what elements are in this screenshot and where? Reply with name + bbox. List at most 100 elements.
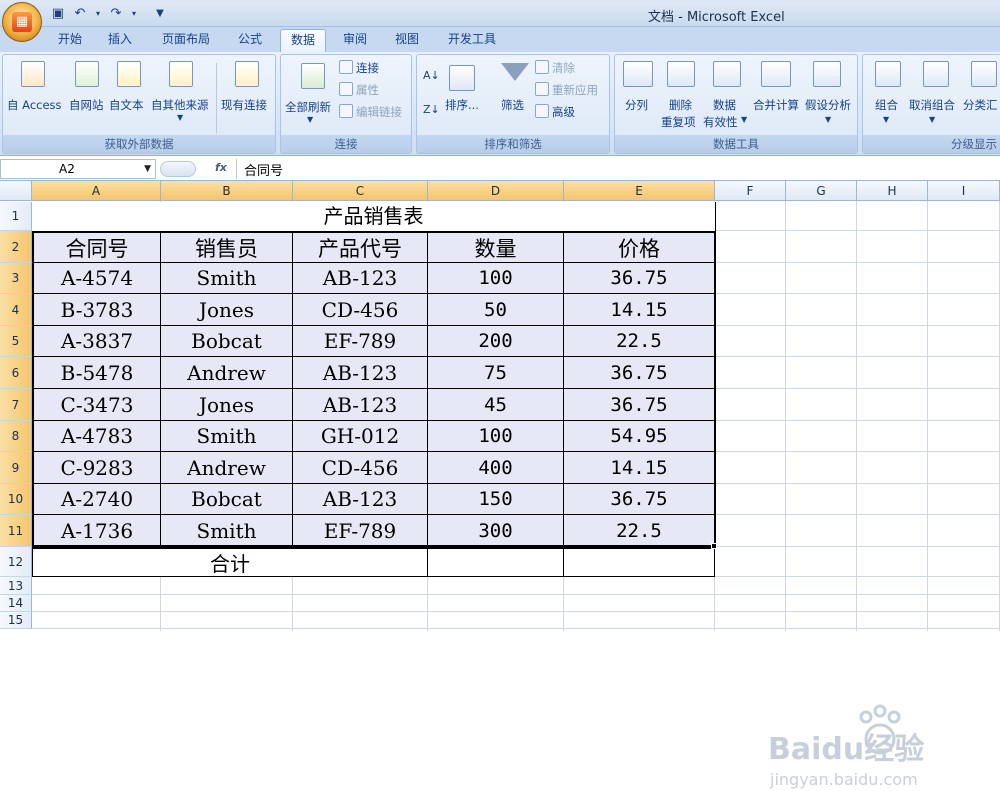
from-access-button[interactable]: 自 Access bbox=[7, 97, 62, 113]
data-cell[interactable]: A-1736 bbox=[32, 515, 161, 547]
subtotal-button[interactable]: 分类汇 bbox=[963, 97, 998, 113]
name-box-dropdown-icon[interactable]: ▼ bbox=[144, 160, 151, 178]
save-icon[interactable]: ▣ bbox=[50, 6, 66, 22]
existing-connections-button[interactable]: 现有连接 bbox=[221, 97, 267, 113]
remove-duplicates-label-1[interactable]: 删除 bbox=[669, 97, 692, 113]
data-cell[interactable]: A-2740 bbox=[32, 484, 161, 515]
row-header-15[interactable]: 15 bbox=[0, 612, 32, 629]
data-cell[interactable]: C-3473 bbox=[32, 389, 161, 421]
ungroup-dropdown-icon[interactable]: ▼ bbox=[929, 115, 935, 124]
data-cell[interactable]: 14.15 bbox=[564, 452, 715, 484]
other-sources-dropdown-icon[interactable]: ▼ bbox=[177, 113, 183, 122]
data-cell[interactable]: 200 bbox=[428, 326, 564, 357]
header-cell[interactable]: 价格 bbox=[564, 231, 715, 263]
reapply-button[interactable]: 重新应用 bbox=[535, 81, 598, 99]
tab-data[interactable]: 数据 bbox=[280, 29, 326, 52]
header-cell[interactable]: 合同号 bbox=[32, 231, 161, 263]
data-cell[interactable]: AB-123 bbox=[293, 389, 428, 421]
insert-function-icon[interactable]: fx bbox=[215, 161, 227, 174]
row-header-9[interactable]: 9 bbox=[0, 452, 32, 484]
data-cell[interactable]: Andrew bbox=[161, 357, 293, 389]
data-cell[interactable]: A-4783 bbox=[32, 421, 161, 452]
redo-icon[interactable]: ↷ bbox=[108, 6, 124, 22]
remove-duplicates-label-2[interactable]: 重复项 bbox=[661, 114, 696, 130]
text-to-columns-button[interactable]: 分列 bbox=[625, 97, 648, 113]
data-cell[interactable]: 22.5 bbox=[564, 326, 715, 357]
data-cell[interactable]: AB-123 bbox=[293, 357, 428, 389]
row-header-2[interactable]: 2 bbox=[0, 231, 32, 263]
ungroup-button[interactable]: 取消组合 bbox=[909, 97, 955, 113]
consolidate-button[interactable]: 合并计算 bbox=[753, 97, 799, 113]
data-cell[interactable]: 36.75 bbox=[564, 263, 715, 294]
data-cell[interactable]: Bobcat bbox=[161, 484, 293, 515]
column-header-a[interactable]: A bbox=[32, 181, 161, 201]
header-cell[interactable]: 销售员 bbox=[161, 231, 293, 263]
data-cell[interactable]: 100 bbox=[428, 263, 564, 294]
column-header-b[interactable]: B bbox=[161, 181, 293, 201]
data-cell[interactable]: Smith bbox=[161, 515, 293, 547]
header-cell[interactable]: 产品代号 bbox=[293, 231, 428, 263]
data-cell[interactable]: Bobcat bbox=[161, 326, 293, 357]
data-cell[interactable]: 75 bbox=[428, 357, 564, 389]
refresh-all-button[interactable]: 全部刷新 bbox=[285, 99, 331, 115]
tab-developer[interactable]: 开发工具 bbox=[438, 29, 506, 52]
column-header-i[interactable]: I bbox=[928, 181, 1000, 201]
data-cell[interactable]: B-5478 bbox=[32, 357, 161, 389]
fill-handle[interactable] bbox=[711, 543, 717, 549]
data-cell[interactable]: CD-456 bbox=[293, 452, 428, 484]
row-header-5[interactable]: 5 bbox=[0, 326, 32, 357]
what-if-dropdown-icon[interactable]: ▼ bbox=[825, 115, 831, 124]
sort-button[interactable]: 排序... bbox=[445, 97, 479, 113]
worksheet-grid[interactable]: ABCDEFGHI 1 2 3 4 5 6 7 8 9 10 11 12 13 14 15 产品销售表 合同号… bbox=[0, 181, 1000, 789]
what-if-analysis-button[interactable]: 假设分析 bbox=[805, 97, 851, 113]
undo-dropdown-icon[interactable]: ▾ bbox=[94, 6, 102, 22]
data-cell[interactable]: EF-789 bbox=[293, 326, 428, 357]
data-cell[interactable]: EF-789 bbox=[293, 515, 428, 547]
row-header-6[interactable]: 6 bbox=[0, 357, 32, 389]
row-header-10[interactable]: 10 bbox=[0, 484, 32, 515]
group-button[interactable]: 组合 bbox=[875, 97, 898, 113]
properties-button[interactable]: 属性 bbox=[339, 81, 379, 99]
connections-button[interactable]: 连接 bbox=[339, 59, 379, 77]
tab-review[interactable]: 审阅 bbox=[334, 29, 376, 52]
cell-title[interactable]: 产品销售表 bbox=[32, 202, 716, 231]
undo-icon[interactable]: ↶ bbox=[72, 6, 88, 22]
data-cell[interactable]: 45 bbox=[428, 389, 564, 421]
formula-bar-resize-handle[interactable] bbox=[160, 161, 196, 177]
clear-button[interactable]: 清除 bbox=[535, 59, 575, 77]
data-cell[interactable]: 150 bbox=[428, 484, 564, 515]
data-cell[interactable]: 22.5 bbox=[564, 515, 715, 547]
from-text-button[interactable]: 自文本 bbox=[109, 97, 144, 113]
data-cell[interactable]: Smith bbox=[161, 421, 293, 452]
group-dropdown-icon[interactable]: ▼ bbox=[883, 115, 889, 124]
column-header-g[interactable]: G bbox=[786, 181, 857, 201]
from-web-button[interactable]: 自网站 bbox=[69, 97, 104, 113]
sort-ascending-icon[interactable]: A↓ bbox=[423, 69, 440, 82]
data-cell[interactable]: 36.75 bbox=[564, 389, 715, 421]
edit-links-button[interactable]: 编辑链接 bbox=[339, 103, 402, 121]
cell-total-price[interactable] bbox=[564, 547, 715, 577]
cell-total-quantity[interactable] bbox=[428, 547, 564, 577]
data-validation-dropdown-icon[interactable]: ▼ bbox=[741, 115, 747, 124]
select-all-corner[interactable] bbox=[0, 181, 32, 201]
data-cell[interactable]: B-3783 bbox=[32, 294, 161, 326]
data-cell[interactable]: 14.15 bbox=[564, 294, 715, 326]
from-other-sources-button[interactable]: 自其他来源 bbox=[151, 97, 209, 113]
column-header-e[interactable]: E bbox=[564, 181, 715, 201]
header-cell[interactable]: 数量 bbox=[428, 231, 564, 263]
column-header-c[interactable]: C bbox=[293, 181, 428, 201]
cell-total-label[interactable]: 合计 bbox=[32, 547, 428, 577]
row-header-7[interactable]: 7 bbox=[0, 389, 32, 421]
tab-insert[interactable]: 插入 bbox=[100, 29, 140, 52]
formula-input[interactable]: 合同号 bbox=[244, 160, 283, 179]
office-button[interactable]: ▦ bbox=[2, 2, 42, 42]
data-cell[interactable]: AB-123 bbox=[293, 263, 428, 294]
row-header-14[interactable]: 14 bbox=[0, 595, 32, 612]
data-cell[interactable]: Jones bbox=[161, 294, 293, 326]
data-cell[interactable]: GH-012 bbox=[293, 421, 428, 452]
data-cell[interactable]: 400 bbox=[428, 452, 564, 484]
data-cell[interactable]: 100 bbox=[428, 421, 564, 452]
customize-qat-icon[interactable]: ▼ bbox=[152, 6, 168, 22]
data-cell[interactable]: Jones bbox=[161, 389, 293, 421]
data-cell[interactable]: AB-123 bbox=[293, 484, 428, 515]
